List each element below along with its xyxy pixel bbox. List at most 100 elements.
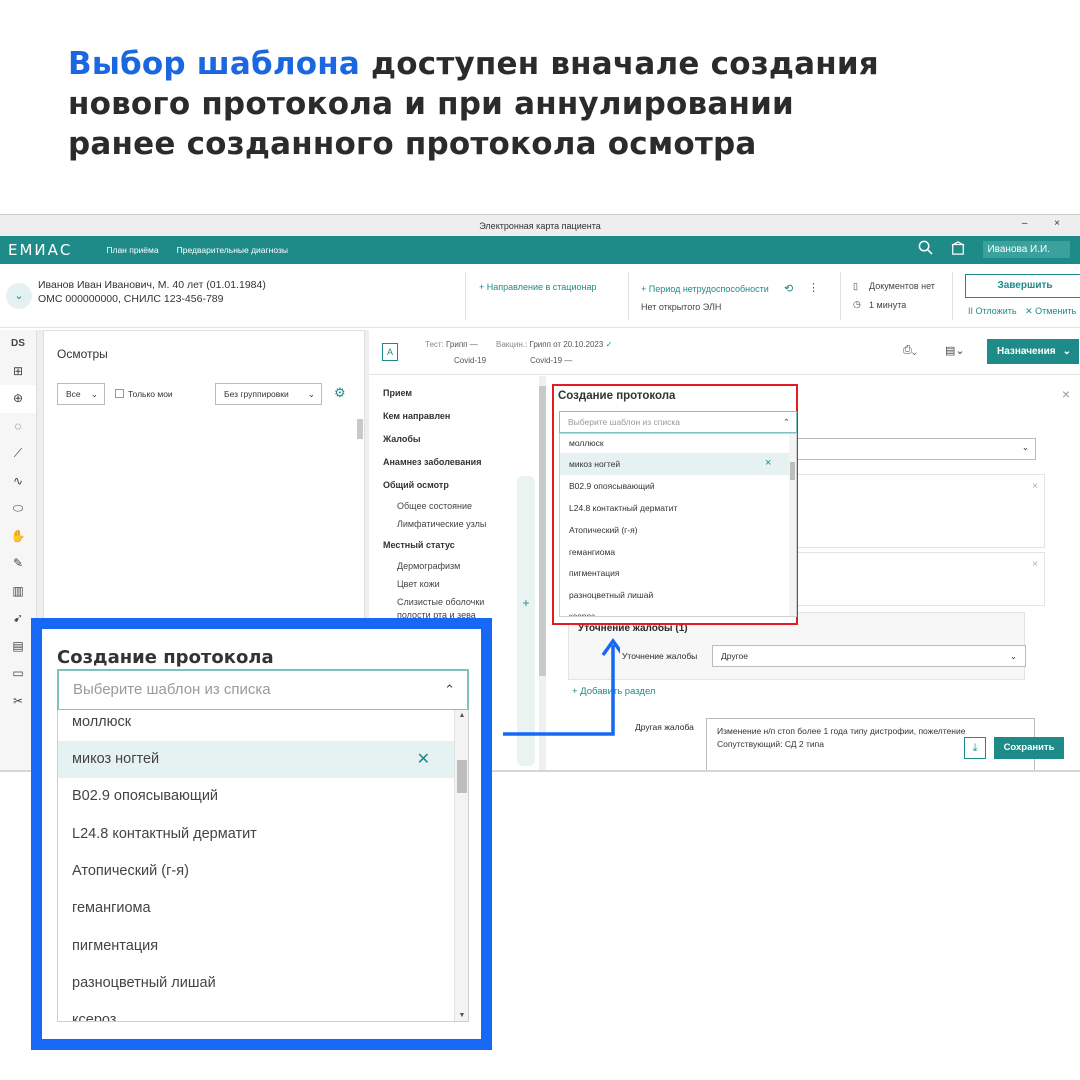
eln-status: Нет открытого ЭЛН [641,302,722,312]
disability-period-button[interactable]: + Период нетрудоспособности [641,284,769,294]
template-field[interactable]: ⌄ [793,438,1036,460]
protocol-icon[interactable]: A [382,343,398,361]
chevron-down-icon[interactable]: ⌄ [6,283,32,309]
checkbox-box[interactable] [115,389,124,398]
divider [840,272,841,320]
clear-selection-icon[interactable]: ✕ [417,741,430,778]
window-controls[interactable]: – × [1022,218,1072,229]
template-option[interactable]: пигментация [58,928,456,965]
pill-icon[interactable]: ⬭ [0,495,36,523]
app-logo: ЕМИАС [8,241,73,259]
template-option[interactable]: ксероз [569,611,595,616]
toc-item[interactable]: Прием [383,388,412,398]
user-menu[interactable]: Иванова И.И. [983,240,1070,258]
check-icon: ✓ [605,340,613,349]
scrollbar[interactable] [789,434,796,616]
toc-subitem[interactable]: Дермографизм [397,561,460,571]
toc-subitem[interactable]: Общее состояние [397,501,472,511]
toc-item[interactable]: Анамнез заболевания [383,457,481,467]
close-icon[interactable]: × [1032,481,1038,492]
template-combo-small[interactable]: Выберите шаблон из списка ⌃ [559,411,797,433]
chevron-down-icon: ⌄ [1062,346,1071,357]
template-option[interactable]: гемангиома [569,547,615,557]
visit-actions: II Отложить ✕ Отменить [968,306,1076,317]
document-edit-icon[interactable]: ▤⌄ [945,344,965,357]
template-placeholder: Выберите шаблон из списка [73,681,271,698]
template-option[interactable]: B02.9 опоясывающий [569,481,655,491]
template-option[interactable]: разноцветный лишай [569,590,653,600]
template-option[interactable]: B02.9 опоясывающий [58,778,456,815]
close-icon[interactable]: × [1062,386,1070,402]
chevron-up-icon[interactable]: ⌃ [444,671,455,709]
template-option[interactable]: моллюск [569,438,604,448]
vaccine-label: Вакцин.: [496,340,528,349]
save-button[interactable]: Сохранить [994,737,1064,759]
ds-tab[interactable]: DS [0,330,36,358]
hand-icon[interactable]: ✋ [0,523,36,551]
scrollbar-thumb[interactable] [457,760,467,793]
toc-item[interactable]: Общий осмотр [383,480,449,490]
syringe-icon[interactable]: ⟋ [0,440,36,468]
only-mine-checkbox[interactable]: Только мои [115,389,173,399]
template-dropdown-highlight: Создание протокола Выберите шаблон из сп… [552,384,798,625]
nav-link-diagnoses[interactable]: Предварительные диагнозы [177,245,288,255]
chevron-up-icon: ⌃ [782,417,790,427]
cancel-link[interactable]: ✕ Отменить [1025,306,1076,316]
medical-case-icon[interactable]: ⊕ [0,385,36,413]
chevron-down-icon: ⌄ [1009,651,1017,661]
print-icon[interactable]: ⎙⌄ [903,344,917,357]
toc-item[interactable]: Местный статус [383,540,455,550]
clear-selection-icon[interactable]: × [765,457,771,469]
history-icon[interactable]: ⟲ [784,282,793,295]
pulse-icon[interactable]: ∿ [0,468,36,496]
scrollbar-thumb[interactable] [539,386,546,676]
hospital-referral-button[interactable]: + Направление в стационар [479,282,596,292]
toc-item[interactable]: Кем направлен [383,411,450,421]
template-option[interactable]: пигментация [569,568,619,578]
building-icon[interactable] [951,240,965,258]
scroll-down-icon[interactable]: ▼ [455,1012,468,1019]
chart-icon[interactable]: ▥ [0,578,36,606]
template-combo[interactable]: Выберите шаблон из списка ⌃ [57,669,469,711]
list-scrollbar[interactable]: ▲ ▼ [454,710,468,1021]
clarify-label: Уточнение жалобы [622,651,698,661]
zoom-callout: Создание протокола Выберите шаблон из сп… [31,618,492,1050]
headline-line-1-rest: доступен вначале создания [360,46,879,82]
scroll-up-icon[interactable]: ▲ [455,712,468,719]
template-option[interactable]: разноцветный лишай [58,965,456,1002]
search-icon[interactable] [918,240,934,258]
toc-item[interactable]: Жалобы [383,434,421,444]
template-option[interactable]: Атопический (г-я) [58,853,456,890]
template-option[interactable]: L24.8 контактный дерматит [569,503,677,513]
template-option-selected[interactable]: микоз ногтей ✕ [58,741,456,778]
filter-settings-icon[interactable]: ⚙ [334,385,346,401]
toc-subitem[interactable]: Цвет кожи [397,579,440,589]
protocol-title: Создание протокола [57,647,274,668]
toc-subitem[interactable]: Лимфатические узлы [397,519,486,529]
close-icon[interactable]: × [1032,559,1038,570]
chat-icon[interactable]: ◌ [0,413,36,441]
more-icon[interactable]: ⋮ [808,281,819,294]
nav-link-plan[interactable]: План приёма [106,245,158,255]
assignments-button[interactable]: Назначения ⌄ [987,339,1079,364]
finish-button[interactable]: Завершить [965,274,1080,298]
toc-subitem[interactable]: Слизистые оболочки [397,597,484,607]
download-icon[interactable]: ⤓ [964,737,986,759]
filter-select[interactable]: Все ⌄ [57,383,105,405]
template-option[interactable]: моллюск [58,710,456,741]
scrollbar[interactable] [357,419,363,439]
template-option[interactable]: L24.8 контактный дерматит [58,816,456,853]
template-option[interactable]: гемангиома [58,890,456,927]
template-option[interactable]: ксероз [58,1002,456,1021]
scrollbar-thumb[interactable] [790,462,795,480]
template-option[interactable]: микоз ногтей [569,459,620,469]
pen-icon[interactable]: ✎ [0,550,36,578]
test-label: Тест: [425,340,444,349]
template-option[interactable]: Атопический (г-я) [569,525,638,535]
patient-ids: ОМС 000000000, СНИЛС 123-456-789 [38,293,224,305]
grid-icon[interactable]: ⊞ [0,358,36,386]
grouping-select[interactable]: Без группировки ⌄ [215,383,322,405]
postpone-link[interactable]: II Отложить [968,306,1017,316]
exams-title: Осмотры [57,347,108,361]
clarify-select[interactable]: Другое ⌄ [712,645,1026,667]
